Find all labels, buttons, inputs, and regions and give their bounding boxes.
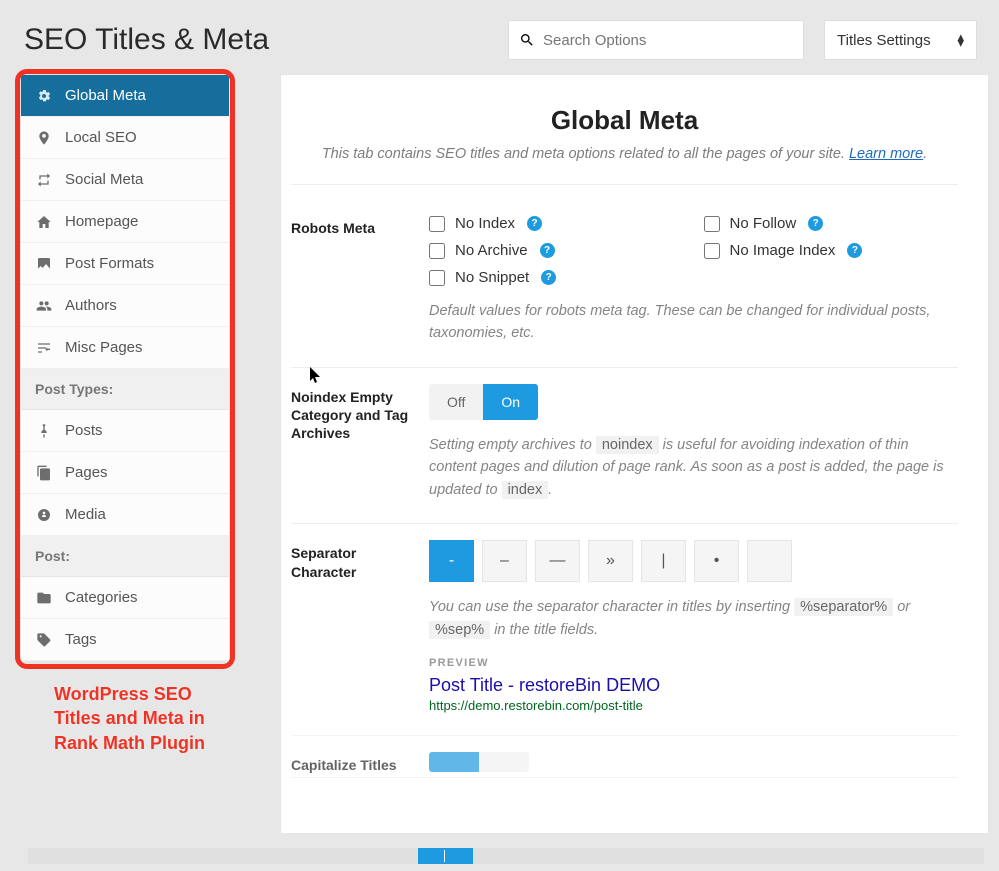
search-icon bbox=[519, 32, 535, 48]
robots-meta-label: Robots Meta bbox=[291, 215, 419, 345]
sidebar-item-pages[interactable]: Pages bbox=[21, 452, 229, 494]
help-icon[interactable]: ? bbox=[808, 216, 823, 231]
copy-icon bbox=[35, 465, 53, 481]
pushpin-icon bbox=[35, 423, 53, 439]
main-subtitle: This tab contains SEO titles and meta op… bbox=[291, 146, 958, 162]
help-icon[interactable]: ? bbox=[541, 270, 556, 285]
noindex-description: Setting empty archives to noindex is use… bbox=[429, 434, 958, 501]
users-icon bbox=[35, 298, 53, 314]
sidebar-item-label: Media bbox=[65, 506, 106, 523]
scrollbar-thumb[interactable] bbox=[418, 848, 473, 864]
robots-description: Default values for robots meta tag. Thes… bbox=[429, 300, 958, 345]
home-icon bbox=[35, 214, 53, 230]
separator-option[interactable]: | bbox=[641, 540, 686, 582]
toggle-off[interactable]: Off bbox=[429, 384, 483, 420]
folder-icon bbox=[35, 590, 53, 606]
sidebar-item-label: Global Meta bbox=[65, 87, 146, 104]
sidebar-item-global-meta[interactable]: Global Meta bbox=[21, 75, 229, 117]
checkbox-input[interactable] bbox=[429, 243, 445, 259]
capitalize-toggle[interactable] bbox=[429, 752, 529, 772]
toggle-on[interactable] bbox=[429, 752, 479, 772]
sidebar-item-misc-pages[interactable]: Misc Pages bbox=[21, 327, 229, 369]
search-input[interactable] bbox=[543, 32, 793, 49]
annotation-caption: WordPress SEO Titles and Meta in Rank Ma… bbox=[20, 662, 252, 755]
preview-title: Post Title - restoreBin DEMO bbox=[429, 675, 958, 696]
separator-option[interactable]: - bbox=[429, 540, 474, 582]
sidebar-item-label: Tags bbox=[65, 631, 97, 648]
toggle-off[interactable] bbox=[479, 752, 529, 772]
checkbox-noindex[interactable]: No Index ? bbox=[429, 215, 684, 232]
separator-options: - – — » | • bbox=[429, 540, 958, 582]
page-title: SEO Titles & Meta bbox=[24, 23, 488, 57]
checkbox-noimageindex[interactable]: No Image Index ? bbox=[704, 242, 959, 259]
capitalize-label: Capitalize Titles bbox=[291, 752, 419, 777]
gear-icon bbox=[35, 88, 53, 104]
noindex-toggle[interactable]: Off On bbox=[429, 384, 538, 420]
sidebar-item-local-seo[interactable]: Local SEO bbox=[21, 117, 229, 159]
checkbox-input[interactable] bbox=[429, 270, 445, 286]
sidebar-item-label: Authors bbox=[65, 297, 117, 314]
tag-icon bbox=[35, 632, 53, 648]
dropdown-label: Titles Settings bbox=[837, 32, 931, 49]
sidebar-item-post-formats[interactable]: Post Formats bbox=[21, 243, 229, 285]
search-box[interactable] bbox=[508, 20, 804, 60]
main-panel: Global Meta This tab contains SEO titles… bbox=[280, 74, 989, 834]
sidebar-group-post: Post: bbox=[21, 536, 229, 577]
sidebar-item-label: Local SEO bbox=[65, 129, 137, 146]
cursor-icon bbox=[309, 366, 323, 384]
sidebar-item-media[interactable]: Media bbox=[21, 494, 229, 536]
sidebar-item-homepage[interactable]: Homepage bbox=[21, 201, 229, 243]
noindex-empty-label: Noindex Empty Category and Tag Archives bbox=[291, 384, 419, 501]
checkbox-nosnippet[interactable]: No Snippet ? bbox=[429, 269, 684, 286]
sidebar-item-label: Post Formats bbox=[65, 255, 154, 272]
sidebar-item-label: Categories bbox=[65, 589, 138, 606]
sliders-icon bbox=[35, 340, 53, 356]
checkbox-input[interactable] bbox=[704, 243, 720, 259]
sidebar-item-label: Social Meta bbox=[65, 171, 143, 188]
updown-icon: ▴▾ bbox=[957, 34, 964, 47]
scrollbar-tick bbox=[444, 850, 445, 862]
help-icon[interactable]: ? bbox=[847, 243, 862, 258]
retweet-icon bbox=[35, 172, 53, 188]
sidebar-item-categories[interactable]: Categories bbox=[21, 577, 229, 619]
pin-icon bbox=[35, 130, 53, 146]
preview-url: https://demo.restorebin.com/post-title bbox=[429, 698, 958, 713]
sidebar-item-label: Posts bbox=[65, 422, 103, 439]
learn-more-link[interactable]: Learn more bbox=[849, 146, 923, 162]
sidebar-item-authors[interactable]: Authors bbox=[21, 285, 229, 327]
sidebar-group-post-types: Post Types: bbox=[21, 369, 229, 410]
help-icon[interactable]: ? bbox=[527, 216, 542, 231]
checkbox-nofollow[interactable]: No Follow ? bbox=[704, 215, 959, 232]
media-icon bbox=[35, 507, 53, 523]
checkbox-input[interactable] bbox=[704, 216, 720, 232]
sidebar: Global Meta Local SEO Social Meta Homepa… bbox=[20, 74, 230, 662]
sidebar-item-label: Misc Pages bbox=[65, 339, 143, 356]
separator-label: Separator Character bbox=[291, 540, 419, 713]
separator-option[interactable]: » bbox=[588, 540, 633, 582]
sidebar-item-social-meta[interactable]: Social Meta bbox=[21, 159, 229, 201]
horizontal-scrollbar[interactable] bbox=[28, 848, 984, 864]
help-icon[interactable]: ? bbox=[540, 243, 555, 258]
image-icon bbox=[35, 256, 53, 272]
checkbox-input[interactable] bbox=[429, 216, 445, 232]
titles-settings-dropdown[interactable]: Titles Settings ▴▾ bbox=[824, 20, 977, 60]
preview-label: PREVIEW bbox=[429, 657, 958, 669]
separator-description: You can use the separator character in t… bbox=[429, 596, 958, 641]
separator-option[interactable] bbox=[747, 540, 792, 582]
sidebar-item-tags[interactable]: Tags bbox=[21, 619, 229, 661]
separator-option[interactable]: – bbox=[482, 540, 527, 582]
separator-option[interactable]: • bbox=[694, 540, 739, 582]
checkbox-noarchive[interactable]: No Archive ? bbox=[429, 242, 684, 259]
sidebar-item-label: Homepage bbox=[65, 213, 138, 230]
sidebar-item-label: Pages bbox=[65, 464, 108, 481]
separator-option[interactable]: — bbox=[535, 540, 580, 582]
main-title: Global Meta bbox=[291, 105, 958, 136]
sidebar-item-posts[interactable]: Posts bbox=[21, 410, 229, 452]
toggle-on[interactable]: On bbox=[483, 384, 538, 420]
